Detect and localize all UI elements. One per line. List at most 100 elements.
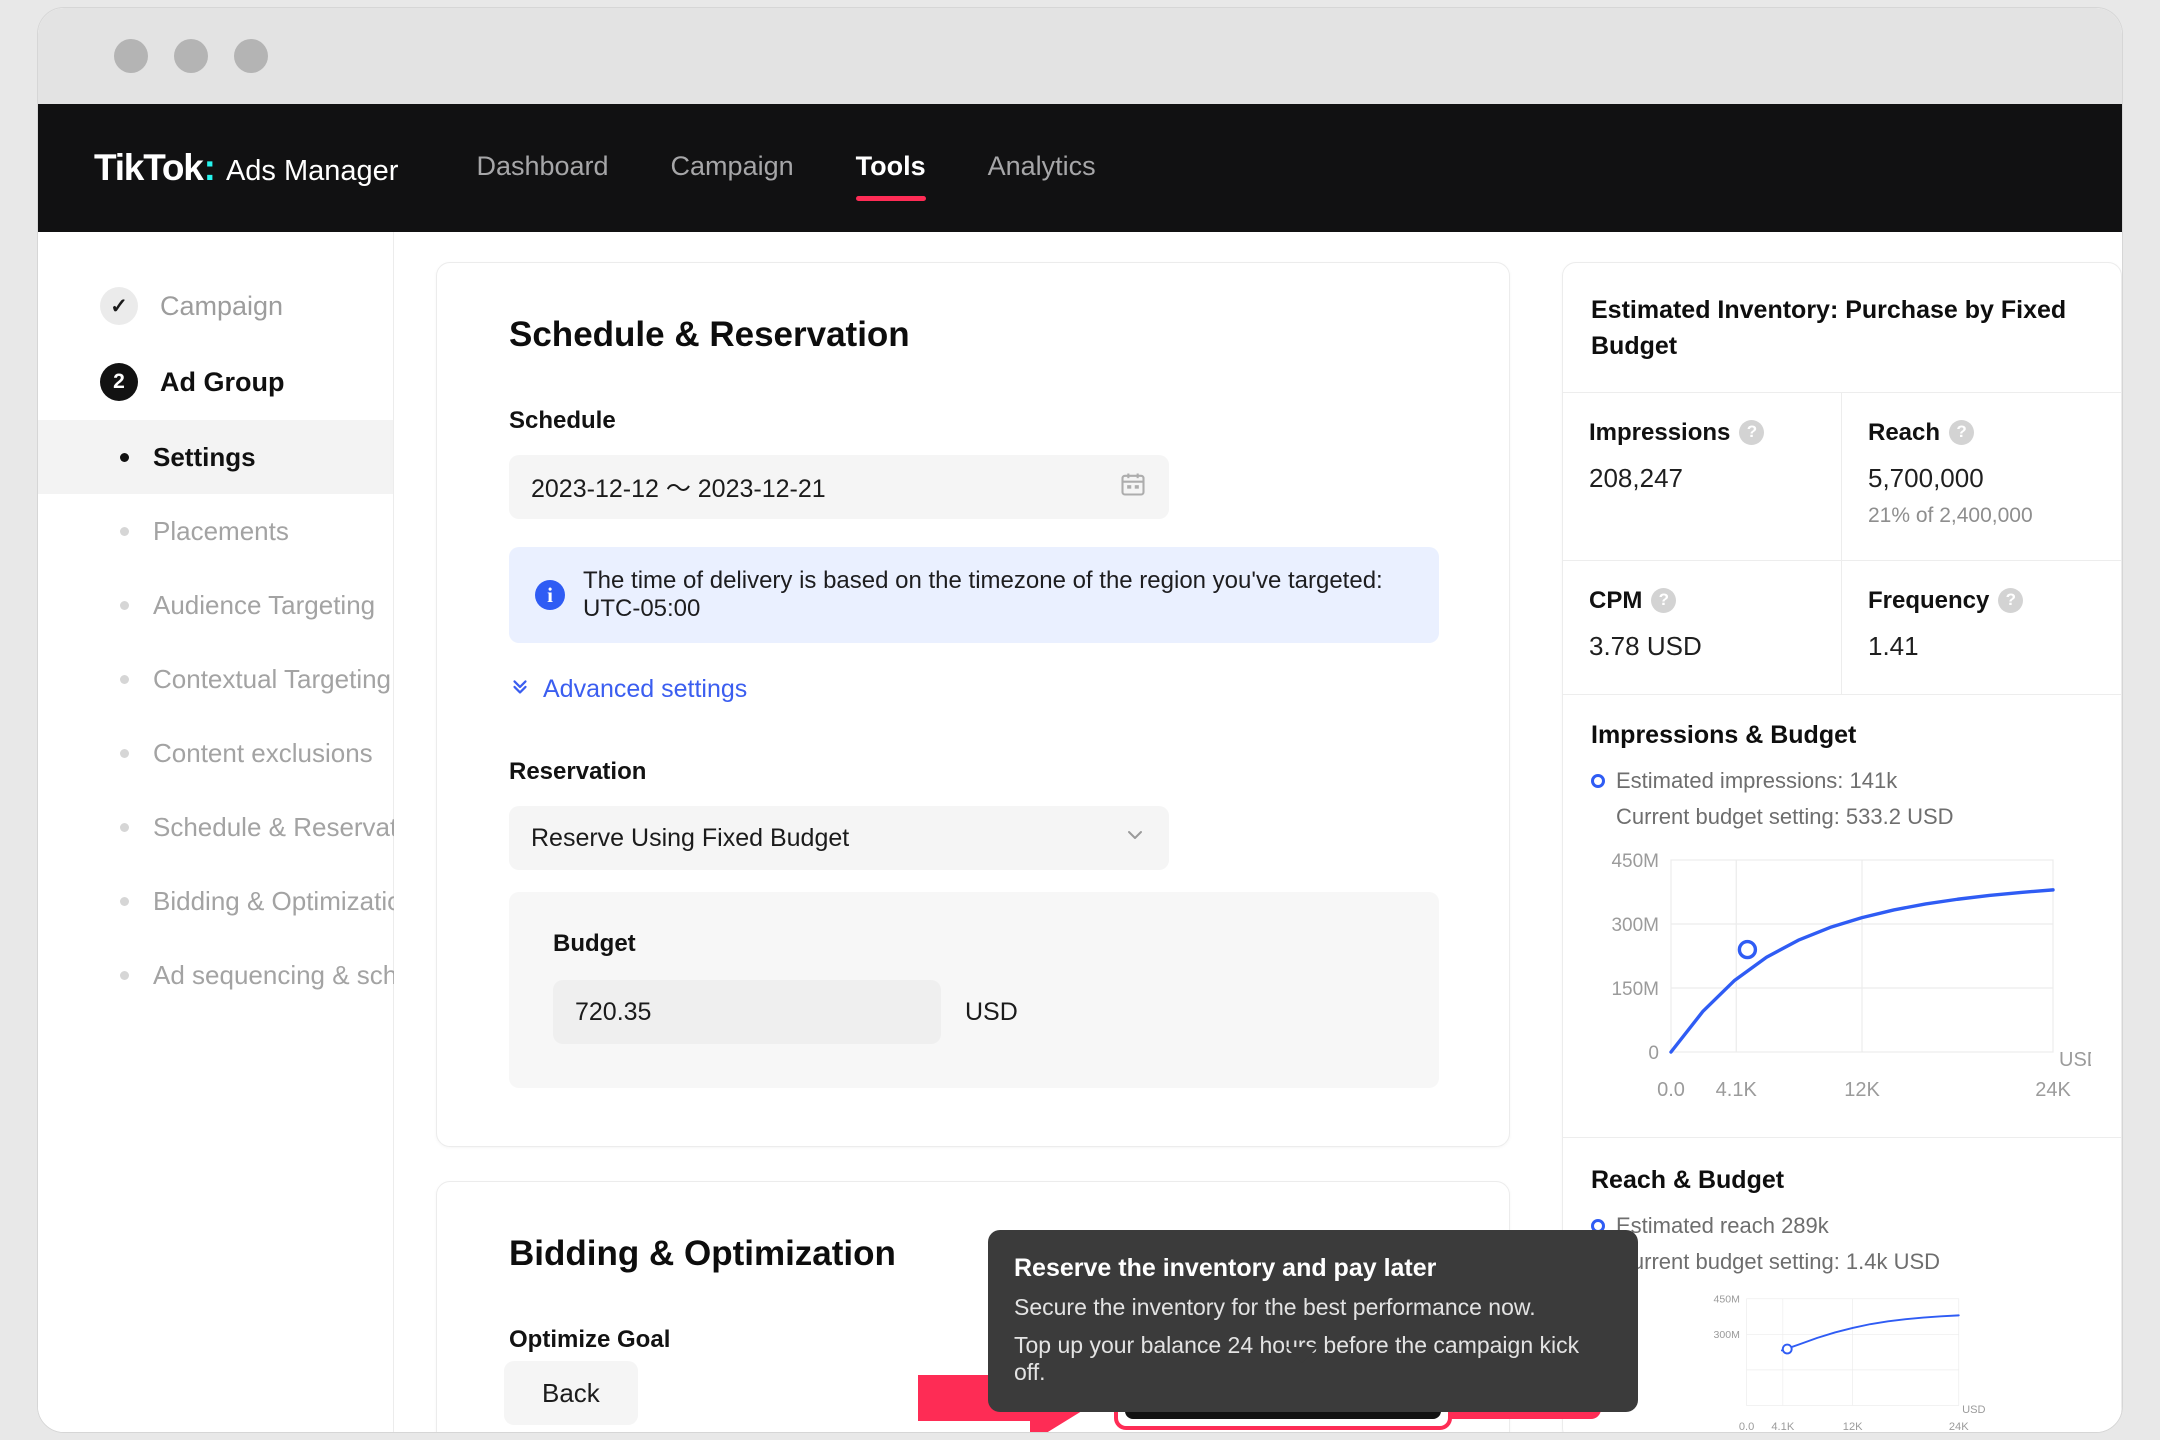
svg-text:4.1K: 4.1K — [1716, 1079, 1758, 1101]
sidebar-step-campaign-label: Campaign — [160, 290, 284, 321]
svg-text:450M: 450M — [1713, 1294, 1739, 1306]
check-icon: ✓ — [100, 287, 138, 325]
metric-label-text: Frequency — [1868, 587, 1990, 614]
sidebar-item-schedule-reservation[interactable]: Schedule & Reservation — [38, 790, 432, 864]
inventory-metrics-grid: Impressions? 208,247 Reach? 5,700,000 21… — [1563, 392, 2121, 695]
metric-label: Reach? — [1868, 419, 2095, 447]
budget-currency-label: USD — [965, 997, 1018, 1026]
question-circle-icon[interactable]: ? — [1651, 587, 1677, 613]
sidebar-item-bidding-optimization[interactable]: Bidding & Optimization — [38, 864, 416, 938]
sidebar-item-label: Placements — [153, 515, 289, 546]
svg-text:0.0: 0.0 — [1657, 1079, 1685, 1101]
question-circle-icon[interactable]: ? — [1998, 587, 2024, 613]
window-close-dot[interactable] — [114, 39, 148, 73]
sidebar-step-ad-group[interactable]: 2 Ad Group — [38, 344, 393, 420]
brand-ads-manager-text: Ads Manager — [225, 155, 399, 187]
legend-label: Estimated reach 289k — [1616, 1213, 1829, 1238]
reserve-inventory-tooltip: Reserve the inventory and pay later Secu… — [988, 1230, 1638, 1412]
metric-label: Frequency? — [1868, 587, 2095, 615]
bullet-icon — [120, 970, 129, 980]
sidebar-navigation: ✓ Campaign 2 Ad Group Settings Placement… — [38, 232, 448, 1432]
tooltip-line-1: Secure the inventory for the best perfor… — [1014, 1294, 1536, 1320]
bullet-icon — [120, 896, 129, 906]
window-maximize-dot[interactable] — [234, 39, 268, 73]
window-minimize-dot[interactable] — [174, 39, 208, 73]
reservation-label: Reservation — [509, 758, 647, 785]
step-number-badge: 2 — [100, 363, 138, 401]
svg-text:12K: 12K — [1844, 1079, 1880, 1101]
page-title: Schedule & Reservation — [509, 315, 910, 354]
chevron-down-icon[interactable] — [1123, 823, 1147, 854]
svg-text:300M: 300M — [1611, 915, 1659, 936]
bullet-icon — [120, 674, 129, 684]
svg-text:24K: 24K — [2035, 1079, 2071, 1101]
back-button[interactable]: Back — [504, 1361, 638, 1425]
metric-impressions: Impressions? 208,247 — [1563, 393, 1842, 561]
chart-svg: 0 150M 300M 450M 0.0 4.1K 12K 24K USD — [1611, 851, 2101, 1101]
schedule-date-range-input[interactable]: 2023-12-12 ～ 2023-12-21 — [509, 455, 1169, 519]
sidebar-item-audience-targeting[interactable]: Audience Targeting — [38, 568, 393, 642]
legend-label: Estimated impressions: 141k — [1616, 768, 1898, 793]
nav-item-analytics[interactable]: Analytics — [988, 151, 1096, 186]
estimated-inventory-heading: Estimated Inventory: Purchase by Fixed B… — [1591, 296, 2067, 360]
chart-title: Impressions & Budget — [1591, 721, 1857, 749]
question-circle-icon[interactable]: ? — [1739, 419, 1765, 445]
metric-value: 1.41 — [1868, 631, 1919, 661]
timezone-info-banner: i The time of delivery is based on the t… — [509, 547, 1439, 643]
tooltip-pointer-icon — [1286, 1347, 1318, 1363]
svg-text:150M: 150M — [1611, 979, 1659, 1000]
advanced-settings-label: Advanced settings — [543, 675, 748, 703]
chevron-double-down-icon — [509, 675, 531, 704]
metric-frequency: Frequency? 1.41 — [1842, 561, 2121, 695]
metric-label: Impressions? — [1589, 419, 1815, 447]
legend-marker-icon — [1591, 774, 1605, 788]
sidebar-step-ad-group-label: Ad Group — [160, 366, 285, 397]
sidebar-item-placements[interactable]: Placements — [38, 494, 393, 568]
tiktok-ads-manager-logo[interactable]: TikTok: Ads Manager — [94, 147, 398, 189]
metric-label-text: CPM — [1589, 587, 1643, 614]
sidebar-step-campaign[interactable]: ✓ Campaign — [38, 268, 393, 344]
sidebar-item-label: Content exclusions — [153, 737, 373, 768]
bullet-icon — [120, 748, 129, 758]
calendar-icon[interactable] — [1119, 470, 1147, 505]
nav-item-campaign[interactable]: Campaign — [671, 151, 794, 186]
metric-value: 5,700,000 — [1868, 463, 1984, 493]
bullet-icon — [120, 600, 129, 610]
estimated-inventory-panel: Estimated Inventory: Purchase by Fixed B… — [1562, 262, 2122, 1432]
nav-item-dashboard[interactable]: Dashboard — [476, 151, 608, 186]
advanced-settings-link[interactable]: Advanced settings — [509, 675, 1439, 704]
chart-legend: Estimated reach 289k — [1591, 1213, 2093, 1239]
metric-value: 3.78 USD — [1589, 631, 1702, 661]
impressions-budget-chart: 0 150M 300M 450M 0.0 4.1K 12K 24K USD — [1591, 846, 2101, 1121]
tooltip-title: Reserve the inventory and pay later — [1014, 1254, 1437, 1282]
impressions-budget-section: Impressions & Budget Estimated impressio… — [1563, 695, 2121, 1125]
sidebar-item-ad-sequencing[interactable]: Ad sequencing & sched... — [38, 938, 448, 1012]
budget-group: Budget 720.35 USD — [509, 892, 1439, 1088]
browser-titlebar — [38, 8, 2122, 104]
legend-sublabel: Current budget setting: 1.4k USD — [1616, 1249, 1941, 1274]
sidebar-item-content-exclusions[interactable]: Content exclusions — [38, 716, 393, 790]
reservation-selected-value: Reserve Using Fixed Budget — [531, 823, 850, 852]
bullet-icon — [120, 452, 129, 462]
schedule-label: Schedule — [509, 407, 616, 434]
svg-text:450M: 450M — [1611, 851, 1659, 872]
budget-input[interactable]: 720.35 — [553, 980, 941, 1044]
svg-text:0: 0 — [1648, 1043, 1659, 1064]
question-circle-icon[interactable]: ? — [1949, 419, 1975, 445]
reservation-select[interactable]: Reserve Using Fixed Budget — [509, 806, 1169, 870]
sidebar-item-label: Bidding & Optimization — [153, 885, 417, 916]
sidebar-item-settings[interactable]: Settings — [38, 420, 393, 494]
sidebar-item-contextual-targeting[interactable]: Contextual Targeting — [38, 642, 393, 716]
browser-window: TikTok: Ads Manager Dashboard Campaign T… — [38, 8, 2122, 1432]
sidebar-item-label: Settings — [153, 441, 256, 472]
svg-text:USD: USD — [2059, 1049, 2091, 1071]
info-icon: i — [535, 580, 565, 610]
metric-reach: Reach? 5,700,000 21% of 2,400,000 — [1842, 393, 2121, 561]
sidebar-item-label: Contextual Targeting — [153, 663, 392, 694]
metric-value: 208,247 — [1589, 463, 1683, 493]
timezone-info-text: The time of delivery is based on the tim… — [583, 567, 1383, 622]
nav-item-tools[interactable]: Tools — [855, 151, 926, 201]
metric-label: CPM? — [1589, 587, 1815, 615]
budget-label: Budget — [553, 930, 636, 957]
metric-label-text: Reach — [1868, 419, 1941, 446]
